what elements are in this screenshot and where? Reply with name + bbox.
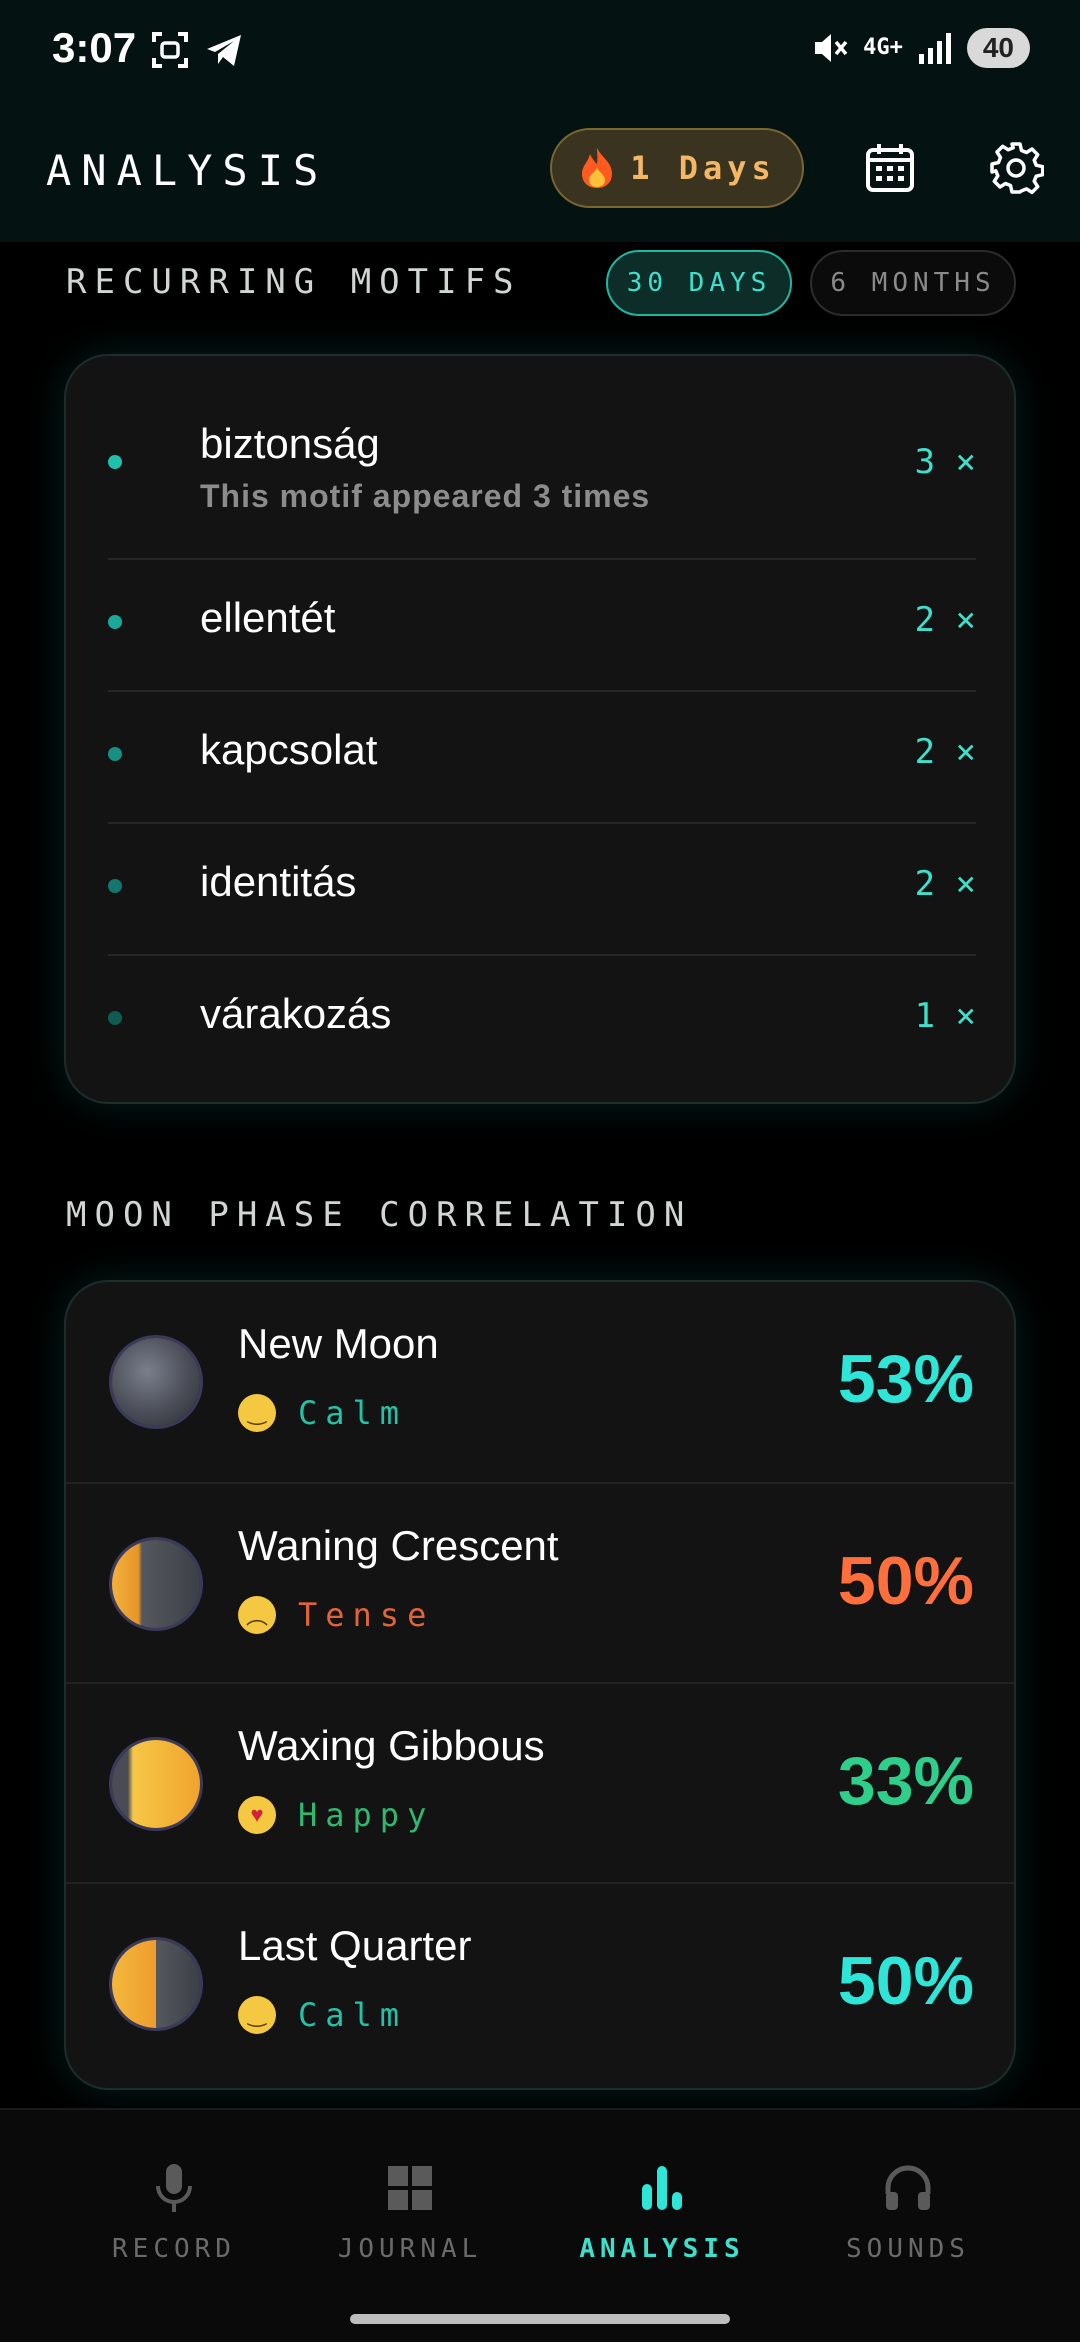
motif-item[interactable]: ellentét 2 × bbox=[108, 594, 976, 654]
divider bbox=[108, 558, 976, 560]
mood-label: Calm bbox=[298, 1394, 408, 1432]
network-type: 4G+ bbox=[863, 35, 903, 60]
bar-chart-icon bbox=[642, 2166, 682, 2210]
moon-phase-name: Last Quarter bbox=[238, 1922, 472, 1969]
divider bbox=[108, 954, 976, 956]
motif-item[interactable]: identitás 2 × bbox=[108, 858, 976, 918]
signal-icon bbox=[918, 33, 951, 64]
mood-label: Happy bbox=[298, 1796, 435, 1834]
divider bbox=[108, 822, 976, 824]
nav-label: RECORD bbox=[112, 2234, 236, 2264]
nav-sounds[interactable]: SOUNDS bbox=[808, 2160, 1008, 2264]
nav-record[interactable]: RECORD bbox=[74, 2160, 274, 2264]
motif-count: 2 × bbox=[914, 732, 976, 772]
motif-dot bbox=[108, 879, 122, 893]
new-moon-icon bbox=[112, 1338, 200, 1426]
motif-dot bbox=[108, 615, 122, 629]
motif-name: identitás bbox=[200, 858, 357, 905]
moon-row[interactable]: Last Quarter ‿ Calm 50% bbox=[66, 1882, 1014, 2084]
moon-card: New Moon ‿ Calm 53% Waning Crescent ︵ Te… bbox=[64, 1280, 1016, 2090]
moon-row[interactable]: Waning Crescent ︵ Tense 50% bbox=[66, 1482, 1014, 1684]
motifs-section-title: RECURRING MOTIFS bbox=[66, 262, 522, 302]
screenshot-icon bbox=[152, 32, 188, 68]
divider bbox=[108, 690, 976, 692]
mic-icon bbox=[156, 2164, 192, 2212]
gear-icon[interactable] bbox=[988, 140, 1044, 196]
last-quarter-icon bbox=[112, 1940, 200, 2028]
motif-item[interactable]: kapcsolat 2 × bbox=[108, 726, 976, 786]
nav-label: SOUNDS bbox=[846, 2234, 970, 2264]
moon-percent: 50% bbox=[837, 1943, 974, 2019]
moon-percent: 53% bbox=[837, 1341, 974, 1417]
motif-item[interactable]: várakozás 1 × bbox=[108, 990, 976, 1050]
waning-crescent-icon bbox=[112, 1540, 200, 1628]
moon-phase-name: New Moon bbox=[238, 1320, 439, 1367]
moon-percent: 50% bbox=[837, 1543, 974, 1619]
moon-row[interactable]: Waxing Gibbous ♥ Happy 33% bbox=[66, 1682, 1014, 1884]
motif-subtitle: This motif appeared 3 times bbox=[200, 478, 651, 514]
page-title: ANALYSIS bbox=[46, 146, 329, 195]
moon-row[interactable]: New Moon ‿ Calm 53% bbox=[66, 1282, 1014, 1482]
motif-name: biztonság bbox=[200, 420, 380, 467]
calm-emoji-icon: ‿ bbox=[238, 1996, 276, 2034]
telegram-icon bbox=[207, 35, 241, 66]
moon-phase-name: Waning Crescent bbox=[238, 1522, 559, 1569]
motif-count: 2 × bbox=[914, 864, 976, 904]
mood-label: Calm bbox=[298, 1996, 408, 2034]
flame-icon bbox=[582, 148, 613, 188]
motif-count: 3 × bbox=[914, 442, 976, 482]
streak-badge[interactable]: 1 Days bbox=[550, 128, 804, 208]
motif-name: ellentét bbox=[200, 594, 336, 641]
filter-6-months[interactable]: 6 MONTHS bbox=[810, 250, 1016, 316]
app-header: ANALYSIS 1 Days bbox=[0, 110, 1080, 242]
nav-journal[interactable]: JOURNAL bbox=[310, 2160, 510, 2264]
motif-dot bbox=[108, 747, 122, 761]
streak-label: 1 Days bbox=[630, 149, 776, 187]
motifs-card: biztonság This motif appeared 3 times 3 … bbox=[64, 354, 1016, 1104]
mute-icon bbox=[815, 34, 848, 62]
battery-level: 40 bbox=[966, 28, 1030, 68]
motif-item[interactable]: biztonság This motif appeared 3 times 3 … bbox=[108, 410, 976, 514]
moon-phase-name: Waxing Gibbous bbox=[238, 1722, 545, 1769]
status-time: 3:07 bbox=[52, 24, 137, 71]
motif-count: 2 × bbox=[914, 600, 976, 640]
tense-emoji-icon: ︵ bbox=[238, 1596, 276, 1634]
nav-label: JOURNAL bbox=[337, 2234, 483, 2264]
home-indicator[interactable] bbox=[350, 2314, 730, 2324]
calendar-icon[interactable] bbox=[862, 140, 918, 196]
motif-name: kapcsolat bbox=[200, 726, 378, 773]
moon-section-title: MOON PHASE CORRELATION bbox=[66, 1195, 693, 1235]
motif-dot bbox=[108, 1011, 122, 1025]
grid-icon bbox=[388, 2166, 432, 2210]
calm-emoji-icon: ‿ bbox=[238, 1394, 276, 1432]
happy-emoji-icon: ♥ bbox=[238, 1796, 276, 1834]
headphones-icon bbox=[885, 2165, 931, 2210]
waxing-gibbous-icon bbox=[112, 1740, 200, 1828]
motif-name: várakozás bbox=[200, 990, 392, 1037]
nav-analysis[interactable]: ANALYSIS bbox=[562, 2160, 762, 2264]
mood-label: Tense bbox=[298, 1596, 435, 1634]
motif-count: 1 × bbox=[914, 996, 976, 1036]
bottom-navigation: RECORD JOURNAL ANALYSIS SOUNDS bbox=[0, 2108, 1080, 2342]
nav-label: ANALYSIS bbox=[579, 2234, 745, 2264]
moon-percent: 33% bbox=[837, 1743, 974, 1819]
motif-dot bbox=[108, 455, 122, 469]
status-bar: 3:07 4G+ 40 bbox=[0, 0, 1080, 110]
filter-30-days[interactable]: 30 DAYS bbox=[606, 250, 792, 316]
